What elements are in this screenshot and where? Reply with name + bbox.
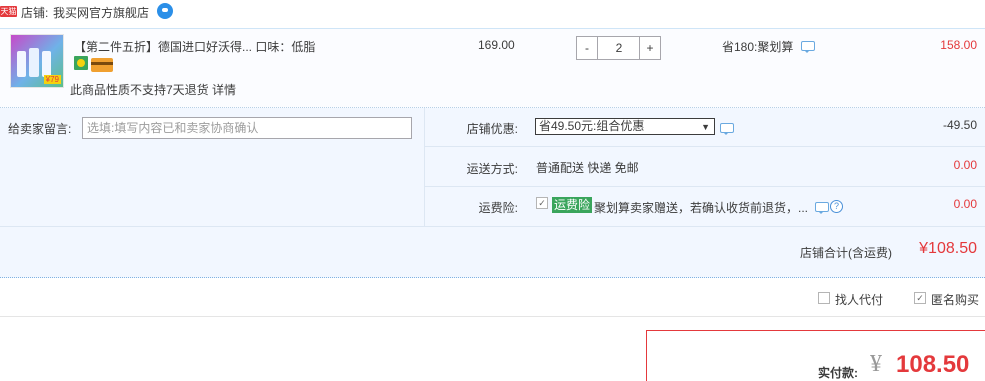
wangwang-icon[interactable] (157, 3, 173, 19)
shipping-method: 普通配送 快递 免邮 (536, 161, 639, 175)
quantity-increase-button[interactable]: + (639, 37, 660, 59)
insurance-amount: 0.00 (953, 197, 977, 211)
return-policy-note[interactable]: 此商品性质不支持7天退货 详情 (70, 81, 236, 98)
shop-name-link[interactable]: 我买网官方旗舰店 (53, 4, 149, 21)
shop-total-label: 店铺合计(含运费) (800, 246, 892, 260)
coupon-select[interactable]: 省49.50元:组合优惠 ▼ (535, 118, 715, 135)
insurance-checkbox[interactable]: ✓ (536, 197, 548, 209)
coupon-discount-amount: -49.50 (942, 118, 977, 132)
insurance-label: 运费险: (478, 201, 518, 215)
thumbnail-price-tag: ¥79 (43, 75, 61, 84)
quality-seal-icon (74, 56, 88, 70)
payment-currency: ¥ (870, 351, 882, 377)
seller-message-input[interactable] (82, 117, 412, 139)
insurance-description: 聚划算卖家赠送，若确认收货前退货，... (594, 201, 809, 215)
row-divider (424, 186, 985, 187)
promotion-text: 省180:聚划算 (722, 40, 794, 54)
coupon-selected-value: 省49.50元:组合优惠 (539, 119, 645, 133)
product-thumbnail[interactable]: ¥79 (10, 34, 64, 88)
row-divider (424, 146, 985, 147)
payment-total: 108.50 (896, 351, 970, 378)
quantity-stepper: - 2 + (576, 36, 661, 60)
anonymous-purchase-label[interactable]: 匿名购买 (931, 291, 979, 308)
shipping-label: 运送方式: (466, 162, 518, 176)
column-divider (424, 108, 425, 226)
tmall-badge: 天猫 (0, 6, 17, 17)
shipping-amount: 0.00 (953, 158, 977, 172)
payment-label: 实付款: (818, 366, 858, 380)
chat-bubble-icon[interactable] (815, 202, 829, 214)
shop-total-value: ¥108.50 (919, 240, 977, 257)
chat-bubble-icon[interactable] (720, 123, 734, 135)
insurance-tag: 运费险 (552, 197, 593, 213)
credit-card-icon (91, 58, 113, 72)
proxy-pay-checkbox[interactable] (818, 292, 830, 304)
proxy-pay-label[interactable]: 找人代付 (835, 291, 883, 308)
unit-price: 169.00 (478, 38, 515, 52)
shop-label: 店铺: (21, 6, 49, 20)
chat-bubble-icon[interactable] (801, 41, 815, 53)
quantity-input[interactable]: 2 (598, 37, 640, 59)
anonymous-purchase-checkbox[interactable]: ✓ (914, 292, 926, 304)
section-divider (0, 316, 985, 317)
product-title-link[interactable]: 【第二件五折】德国进口好沃得... 口味：低脂 (74, 38, 315, 55)
dropdown-arrow-icon: ▼ (701, 122, 710, 132)
help-question-icon[interactable]: ? (830, 200, 843, 213)
item-subtotal: 158.00 (940, 38, 977, 52)
coupon-label: 店铺优惠: (466, 122, 518, 136)
row-divider (0, 226, 985, 227)
seller-message-label: 给卖家留言: (8, 122, 72, 136)
quantity-decrease-button[interactable]: - (577, 37, 598, 59)
